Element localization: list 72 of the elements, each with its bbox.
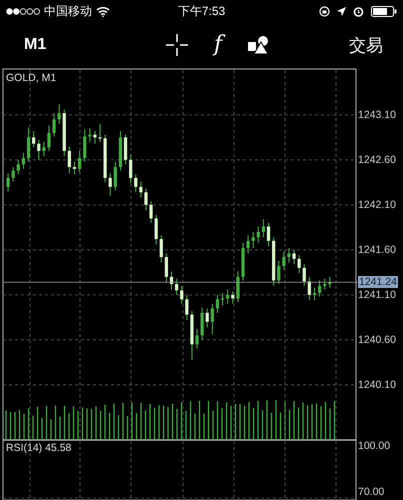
battery-icon <box>370 6 397 16</box>
candle <box>231 290 234 304</box>
candle <box>62 109 66 157</box>
candle <box>246 234 250 254</box>
price-label: 1243.10 <box>358 108 396 121</box>
candle <box>175 278 178 296</box>
price-label: 1241.10 <box>358 288 396 301</box>
candle <box>302 264 306 286</box>
candle <box>58 104 61 124</box>
price-label: 1242.60 <box>358 154 396 166</box>
candle <box>256 226 260 244</box>
candle <box>88 128 92 142</box>
candle <box>164 252 168 283</box>
alarm-icon <box>352 6 364 16</box>
indicator-scale-label: 70.00 <box>358 486 384 498</box>
candle <box>308 276 311 301</box>
candle <box>98 123 102 142</box>
indicator-scale-label: 100.00 <box>358 440 390 452</box>
candle <box>241 242 245 281</box>
crosshair-icon[interactable] <box>166 34 188 56</box>
candle <box>266 222 270 247</box>
price-label: 1240.10 <box>358 378 396 391</box>
shapes-icon[interactable] <box>248 36 270 54</box>
candle <box>262 218 265 238</box>
candle <box>134 174 138 193</box>
candle <box>12 166 15 182</box>
current-price-label: 1241.24 <box>358 276 398 288</box>
candle <box>68 146 71 174</box>
wifi-icon <box>96 6 110 16</box>
price-label: 1242.10 <box>358 198 396 211</box>
price-label: 1240.60 <box>358 334 396 346</box>
timeframe-button[interactable]: M1 <box>24 36 134 54</box>
indicator-label: RSI(14) 45.58 <box>6 442 72 454</box>
candle <box>104 134 107 183</box>
candle <box>83 128 86 162</box>
candle <box>6 172 10 192</box>
candle <box>78 150 82 173</box>
price-label: 1241.60 <box>358 244 396 256</box>
candle <box>180 285 184 304</box>
candle <box>32 130 36 148</box>
candle <box>210 303 214 335</box>
candle <box>37 140 40 160</box>
candle <box>200 306 204 340</box>
carrier-name: 中国移动 <box>44 2 92 20</box>
candle <box>282 251 286 270</box>
trade-button[interactable]: 交易 <box>349 34 383 56</box>
candle <box>108 172 112 196</box>
candle <box>170 270 174 290</box>
candle <box>272 236 276 286</box>
candle <box>328 276 332 288</box>
clock-time: 下午7:53 <box>178 4 226 18</box>
candle <box>226 288 230 304</box>
candle <box>252 231 255 249</box>
candle <box>298 254 301 274</box>
candle <box>114 161 117 191</box>
rotation-lock-icon <box>318 6 330 16</box>
location-arrow-icon <box>336 6 346 16</box>
candle <box>93 130 96 144</box>
candle <box>139 180 142 198</box>
candle <box>42 141 46 157</box>
signal-icon <box>6 8 40 14</box>
candle <box>129 154 132 184</box>
candle <box>160 234 163 263</box>
candle <box>323 278 326 290</box>
candle <box>154 214 158 245</box>
candle <box>236 270 240 303</box>
candle <box>206 308 209 328</box>
candle <box>185 294 188 321</box>
candle <box>72 161 76 175</box>
chart-title: GOLD, M1 <box>6 72 56 84</box>
candle <box>277 260 280 285</box>
candle <box>16 159 20 175</box>
